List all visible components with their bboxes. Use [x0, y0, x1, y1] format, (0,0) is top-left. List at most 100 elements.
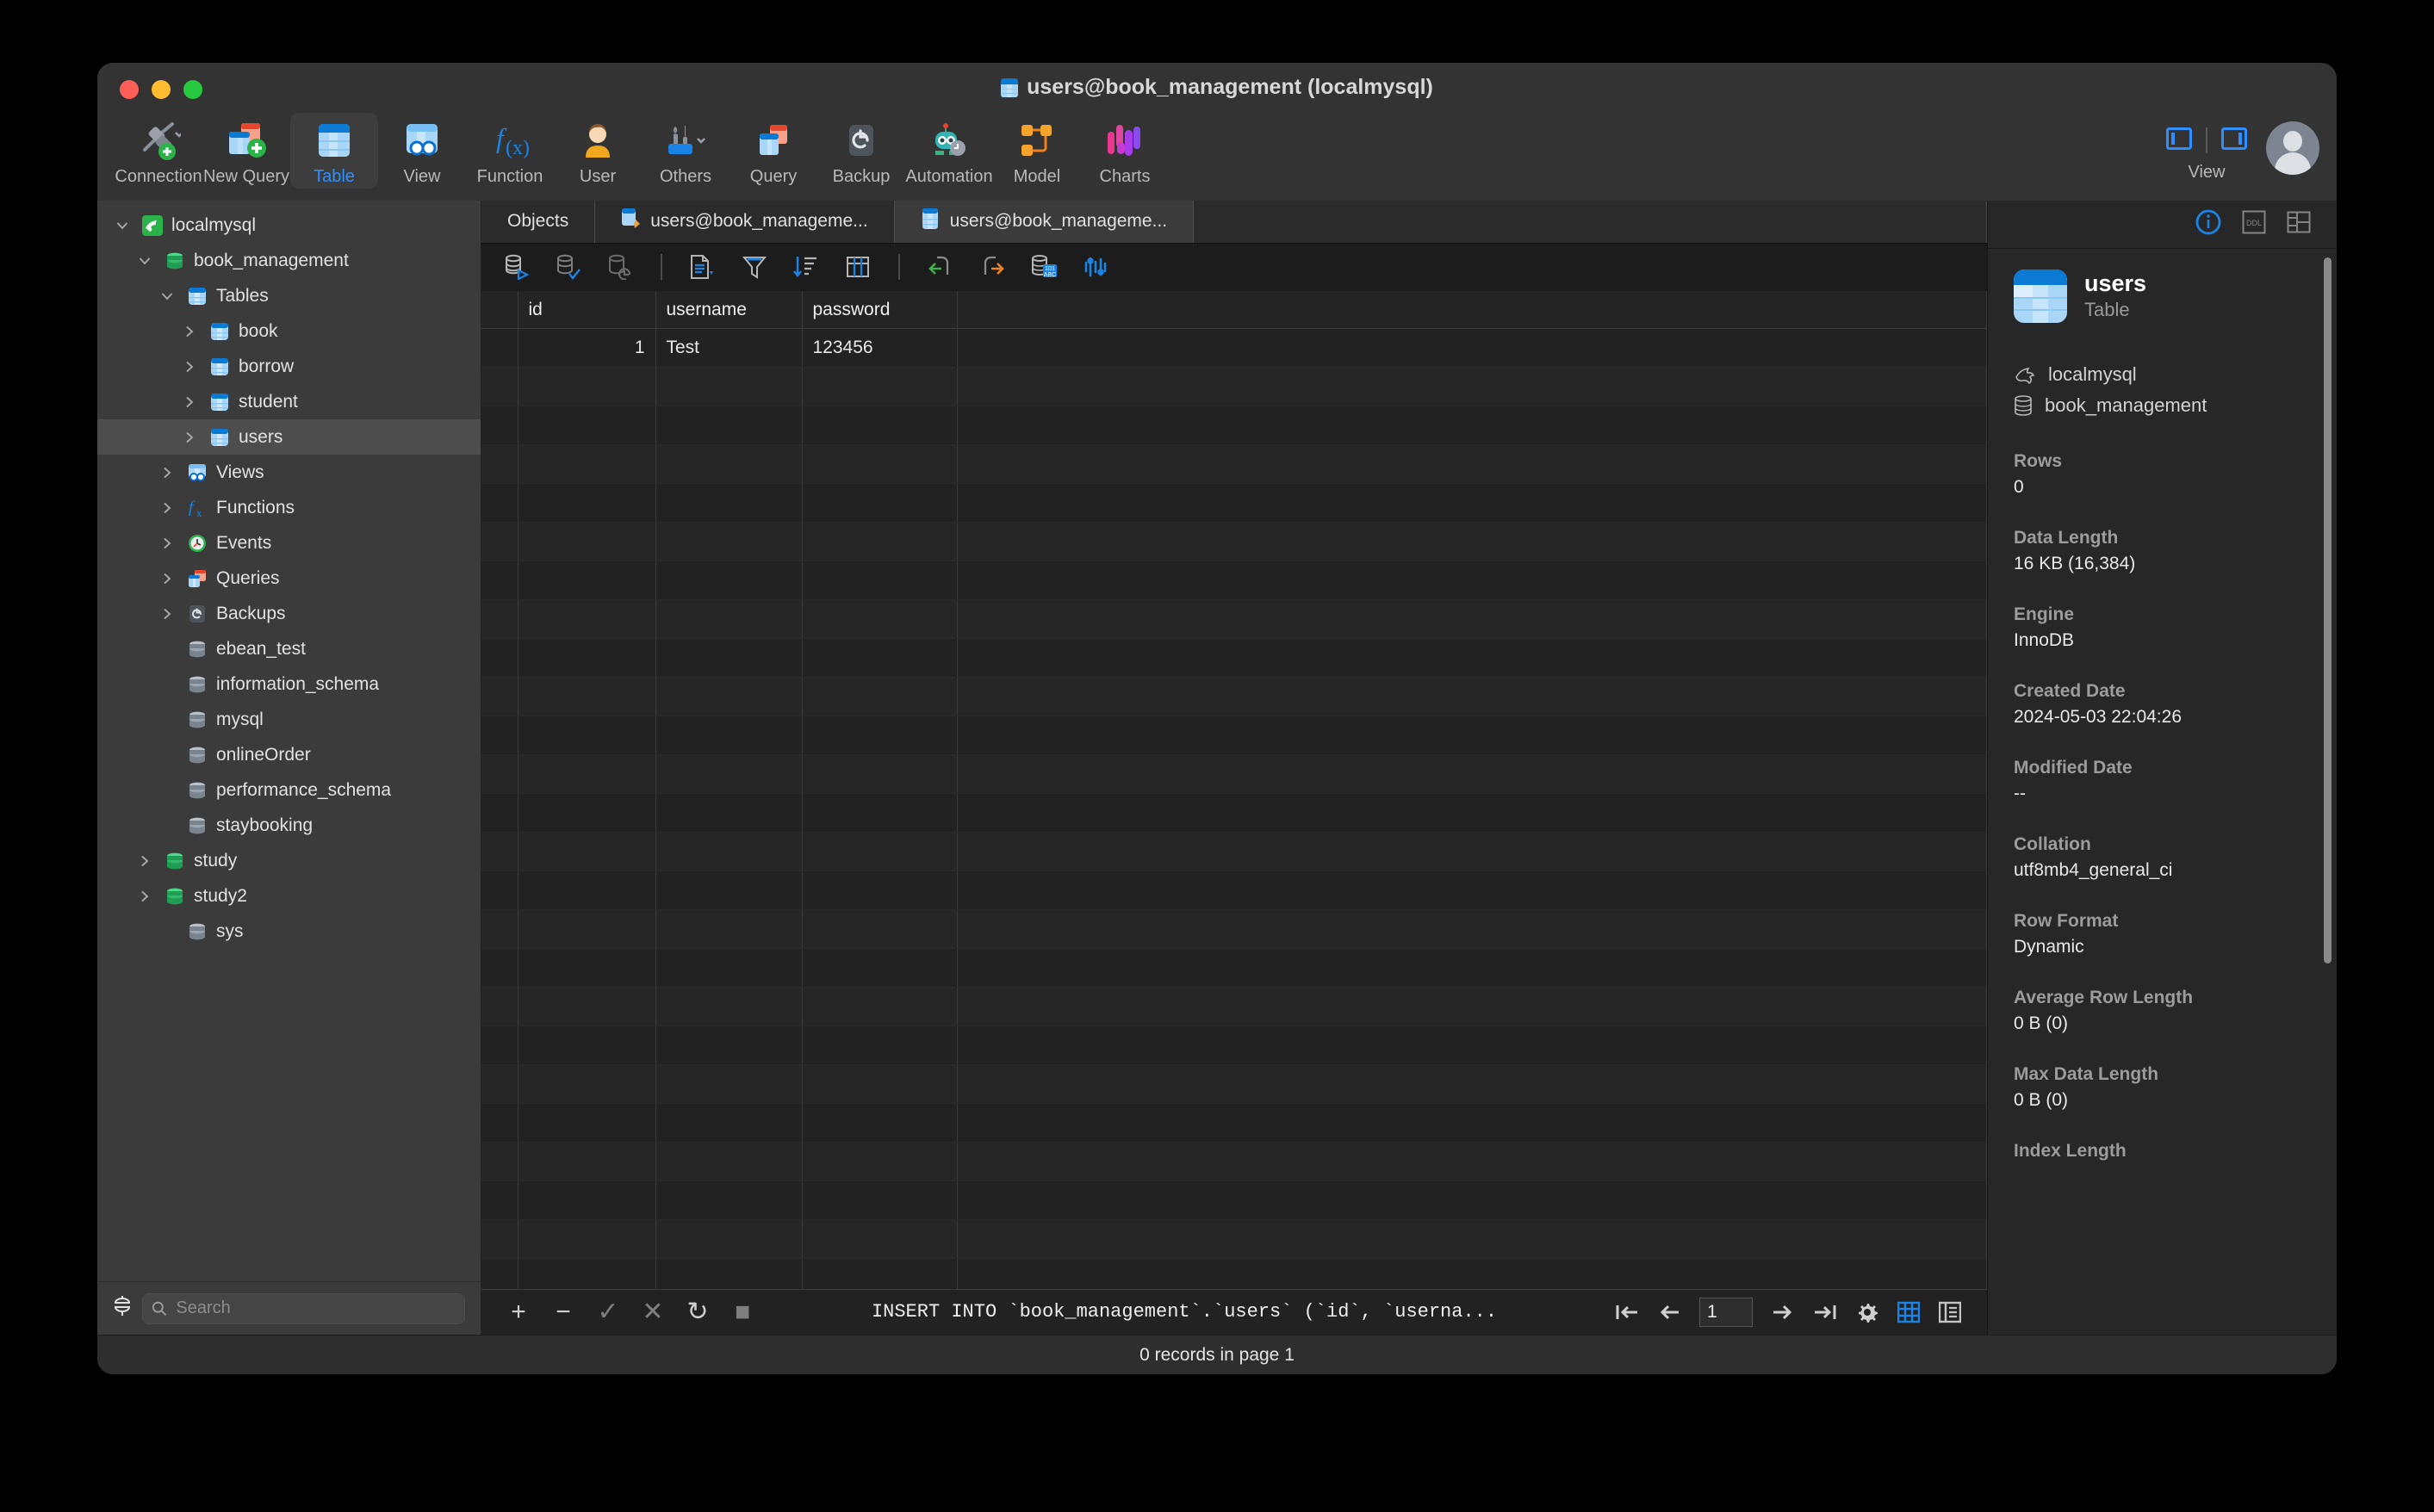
columns-panel-icon[interactable] [2287, 210, 2311, 239]
tree-item-study2[interactable]: study2 [97, 878, 481, 914]
tree-item-information-schema[interactable]: information_schema [97, 666, 481, 702]
toggle-left-sidebar-icon[interactable] [2166, 127, 2192, 154]
search-input[interactable] [142, 1292, 465, 1324]
chevron-right-icon[interactable] [178, 395, 201, 409]
data-generation-icon[interactable]: 101 ABC [1028, 251, 1060, 283]
data-grid-container[interactable]: id username password 1 Test 123456 [481, 290, 1987, 1289]
tab-query-editor[interactable]: users@book_manageme... [595, 201, 895, 243]
delete-record-button[interactable]: − [552, 1298, 574, 1325]
avatar[interactable] [2266, 121, 2319, 175]
table-row-empty[interactable] [481, 1103, 1987, 1143]
toolbar-item-backup[interactable]: Backup [817, 113, 905, 189]
chevron-down-icon[interactable] [133, 254, 156, 268]
chevron-right-icon[interactable] [156, 607, 178, 621]
tab-table-data[interactable]: users@book_manageme... [894, 201, 1195, 243]
table-row-empty[interactable] [481, 367, 1987, 407]
chevron-right-icon[interactable] [133, 854, 156, 868]
table-row-empty[interactable] [481, 987, 1987, 1027]
tree-item-tables[interactable]: Tables [97, 278, 481, 313]
tree-item-localmysql[interactable]: localmysql [97, 208, 481, 243]
tree-item-sys[interactable]: sys [97, 914, 481, 949]
tree-item-users[interactable]: users [97, 419, 481, 455]
grid-header-password[interactable]: password [802, 290, 958, 330]
export-wizard-icon[interactable] [686, 251, 719, 283]
tree-item-backups[interactable]: Backups [97, 596, 481, 631]
gear-icon[interactable] [1856, 1301, 1878, 1323]
toolbar-item-charts[interactable]: Charts [1081, 113, 1169, 189]
table-row-empty[interactable] [481, 1258, 1987, 1289]
table-row-empty[interactable] [481, 1026, 1987, 1066]
chevron-right-icon[interactable] [156, 501, 178, 515]
first-page-button[interactable] [1615, 1303, 1639, 1322]
undo-icon[interactable] [924, 251, 957, 283]
profile-icon[interactable] [1079, 251, 1112, 283]
table-row-empty[interactable] [481, 444, 1987, 485]
toolbar-item-connection[interactable]: Connection [115, 113, 202, 189]
table-row[interactable]: 1 Test 123456 [481, 328, 1987, 369]
connection-status-icon[interactable] [113, 1294, 132, 1323]
table-row-empty[interactable] [481, 754, 1987, 795]
tree-item-views[interactable]: Views [97, 455, 481, 490]
grid-view-icon[interactable] [1897, 1301, 1920, 1323]
tree-item-study[interactable]: study [97, 843, 481, 878]
toolbar-item-table[interactable]: Table [290, 113, 378, 189]
table-row-empty[interactable] [481, 948, 1987, 988]
info-icon[interactable] [2195, 209, 2221, 239]
apply-changes-button[interactable]: ✓ [597, 1298, 619, 1325]
page-number-input[interactable] [1699, 1297, 1753, 1327]
add-record-button[interactable]: + [507, 1298, 530, 1325]
tree-item-book-management[interactable]: book_management [97, 243, 481, 278]
toolbar-item-query[interactable]: Query [730, 113, 817, 189]
tree-item-queries[interactable]: Queries [97, 561, 481, 596]
table-row-empty[interactable] [481, 793, 1987, 833]
cancel-changes-button[interactable]: ✕ [642, 1298, 664, 1325]
chevron-right-icon[interactable] [156, 572, 178, 586]
table-row-empty[interactable] [481, 1064, 1987, 1105]
sort-icon[interactable] [790, 251, 823, 283]
chevron-right-icon[interactable] [156, 536, 178, 550]
tree-item-student[interactable]: student [97, 384, 481, 419]
last-page-button[interactable] [1813, 1303, 1837, 1322]
toolbar-item-view[interactable]: View [378, 113, 466, 189]
table-row-empty[interactable] [481, 871, 1987, 911]
prev-page-button[interactable] [1658, 1303, 1680, 1322]
cell-password[interactable]: 123456 [802, 328, 958, 369]
refresh-button[interactable]: ↻ [686, 1298, 709, 1325]
toolbar-item-function[interactable]: f (x) Function [466, 113, 554, 189]
tree-item-onlineorder[interactable]: onlineOrder [97, 737, 481, 772]
toolbar-item-user[interactable]: User [554, 113, 642, 189]
tree-item-book[interactable]: book [97, 313, 481, 349]
table-row-empty[interactable] [481, 832, 1987, 872]
next-page-button[interactable] [1772, 1303, 1794, 1322]
info-panel-scrollbar[interactable] [2324, 257, 2332, 964]
table-row-empty[interactable] [481, 561, 1987, 601]
object-tree[interactable]: localmysql book_management Tables book borro… [97, 201, 481, 1281]
tree-item-performance-schema[interactable]: performance_schema [97, 772, 481, 808]
table-row-empty[interactable] [481, 716, 1987, 756]
ddl-icon[interactable]: DDL [2242, 210, 2266, 239]
chevron-down-icon[interactable] [111, 219, 133, 232]
toolbar-item-new-query[interactable]: New Query [202, 113, 290, 189]
tree-item-borrow[interactable]: borrow [97, 349, 481, 384]
rollback-icon[interactable] [604, 251, 636, 283]
table-row-empty[interactable] [481, 638, 1987, 679]
tree-item-mysql[interactable]: mysql [97, 702, 481, 737]
tree-item-staybooking[interactable]: staybooking [97, 808, 481, 843]
row-selector-cell[interactable] [481, 328, 518, 369]
run-query-icon[interactable] [500, 251, 533, 283]
filter-icon[interactable] [738, 251, 771, 283]
toggle-right-sidebar-icon[interactable] [2221, 127, 2247, 154]
tree-item-ebean-test[interactable]: ebean_test [97, 631, 481, 666]
grid-header-username[interactable]: username [655, 290, 803, 330]
tree-item-functions[interactable]: f x Functions [97, 490, 481, 525]
commit-icon[interactable] [552, 251, 585, 283]
table-row-empty[interactable] [481, 483, 1987, 524]
cell-id[interactable]: 1 [518, 328, 656, 369]
toolbar-item-model[interactable]: Model [993, 113, 1081, 189]
table-row-empty[interactable] [481, 599, 1987, 640]
stop-button[interactable]: ■ [731, 1298, 754, 1325]
toolbar-item-others[interactable]: Others [642, 113, 730, 189]
table-row-empty[interactable] [481, 1219, 1987, 1260]
cell-username[interactable]: Test [655, 328, 803, 369]
columns-icon[interactable] [841, 251, 874, 283]
